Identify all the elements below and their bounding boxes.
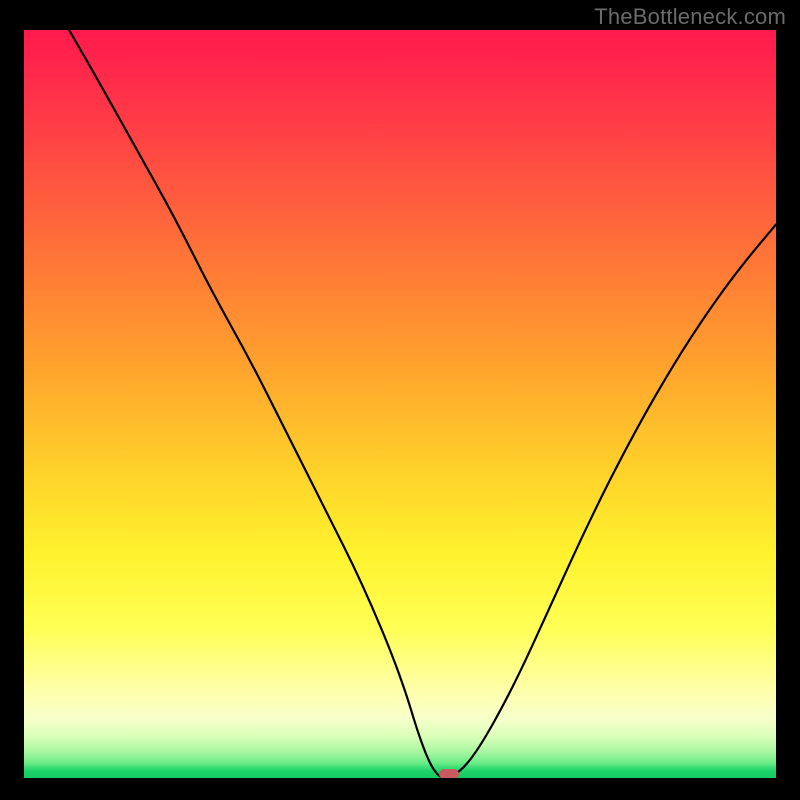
watermark-text: TheBottleneck.com — [594, 4, 786, 30]
chart-frame: TheBottleneck.com — [0, 0, 800, 800]
curve-svg — [24, 30, 776, 778]
minimum-marker — [439, 769, 459, 778]
bottleneck-curve — [69, 30, 776, 778]
plot-area — [24, 30, 776, 778]
